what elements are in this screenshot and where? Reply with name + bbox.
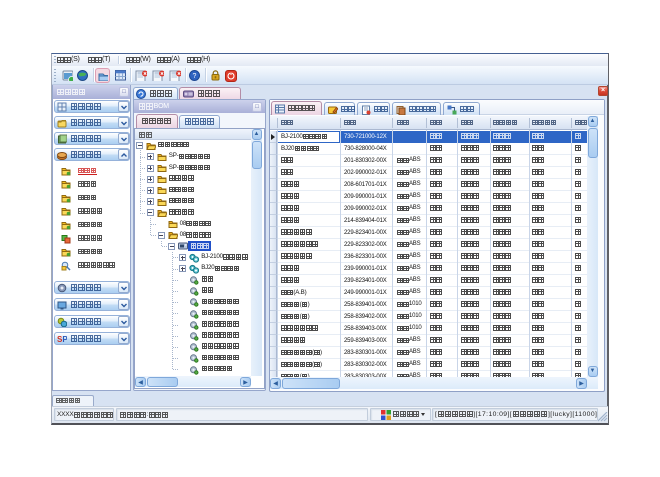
svg-text:SP: SP	[57, 335, 67, 344]
svg-text:?: ?	[193, 73, 197, 80]
